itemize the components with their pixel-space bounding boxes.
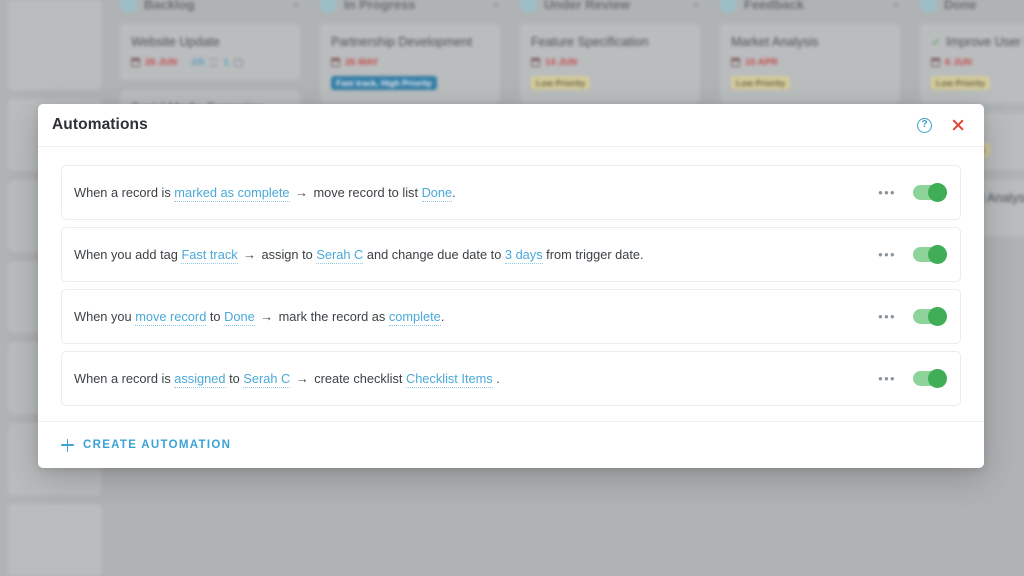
create-automation-button[interactable]: CREATE AUTOMATION	[61, 439, 231, 452]
question-circle-icon[interactable]: ?	[917, 118, 932, 133]
close-icon[interactable]	[950, 117, 966, 133]
rule-text-segment: When you add tag	[74, 247, 181, 262]
rule-text-segment: .	[452, 185, 456, 200]
automation-rule-text: When you move record to Done → mark the …	[74, 308, 444, 325]
rule-text-segment: When a record is	[74, 371, 174, 386]
rule-text-segment: .	[441, 309, 445, 324]
toggle-knob	[928, 245, 947, 264]
toggle-knob	[928, 307, 947, 326]
rule-text-segment: to	[226, 371, 244, 386]
toggle-knob	[928, 183, 947, 202]
rule-text-segment: When a record is	[74, 185, 174, 200]
rule-text-segment: from trigger date.	[543, 247, 644, 262]
automation-rule-row[interactable]: When a record is marked as complete → mo…	[61, 165, 961, 220]
automation-rule-text: When a record is marked as complete → mo…	[74, 184, 456, 201]
automation-rules-list: When a record is marked as complete → mo…	[38, 147, 984, 421]
rule-link[interactable]: Done	[224, 309, 255, 326]
modal-header-actions: ?	[917, 117, 966, 133]
rule-link[interactable]: marked as complete	[174, 185, 289, 202]
rule-link[interactable]: Fast track	[181, 247, 237, 264]
automation-rule-text: When you add tag Fast track → assign to …	[74, 246, 644, 263]
modal-header: Automations ?	[38, 104, 984, 147]
rule-arrow-icon: →	[238, 247, 262, 262]
rule-overflow-menu-icon[interactable]: •••	[878, 248, 896, 261]
automation-rule-row[interactable]: When you move record to Done → mark the …	[61, 289, 961, 344]
rule-overflow-menu-icon[interactable]: •••	[878, 372, 896, 385]
rule-link[interactable]: Serah C	[316, 247, 363, 264]
modal-footer: CREATE AUTOMATION	[38, 421, 984, 468]
rule-text-segment: .	[493, 371, 500, 386]
rule-link[interactable]: Serah C	[243, 371, 290, 388]
rule-text-segment: mark the record as	[279, 309, 389, 324]
rule-link[interactable]: move record	[135, 309, 206, 326]
create-automation-label: CREATE AUTOMATION	[83, 439, 231, 451]
rule-text-segment: and change due date to	[363, 247, 505, 262]
plus-icon	[61, 439, 74, 452]
automation-rule-row[interactable]: When you add tag Fast track → assign to …	[61, 227, 961, 282]
rule-link[interactable]: assigned	[174, 371, 225, 388]
rule-text-segment: When you	[74, 309, 135, 324]
rule-enable-toggle[interactable]	[913, 371, 946, 386]
rule-link[interactable]: Checklist Items	[406, 371, 493, 388]
rule-controls: •••	[878, 309, 946, 324]
rule-arrow-icon: →	[290, 185, 314, 200]
rule-overflow-menu-icon[interactable]: •••	[878, 310, 896, 323]
rule-text-segment: create checklist	[314, 371, 406, 386]
rule-enable-toggle[interactable]	[913, 247, 946, 262]
rule-arrow-icon: →	[255, 309, 279, 324]
automation-rule-text: When a record is assigned to Serah C → c…	[74, 370, 500, 387]
rule-controls: •••	[878, 247, 946, 262]
rule-text-segment: assign to	[262, 247, 317, 262]
rule-text-segment: move record to list	[313, 185, 421, 200]
rule-controls: •••	[878, 371, 946, 386]
rule-link[interactable]: complete	[389, 309, 441, 326]
rule-link[interactable]: Done	[422, 185, 453, 202]
rule-controls: •••	[878, 185, 946, 200]
rule-enable-toggle[interactable]	[913, 185, 946, 200]
automations-modal: Automations ? When a record is marked as…	[38, 104, 984, 468]
page-title: Automations	[52, 116, 148, 134]
toggle-knob	[928, 369, 947, 388]
rule-arrow-icon: →	[290, 371, 314, 386]
rule-link[interactable]: 3 days	[505, 247, 543, 264]
rule-enable-toggle[interactable]	[913, 309, 946, 324]
rule-overflow-menu-icon[interactable]: •••	[878, 186, 896, 199]
rule-text-segment: to	[206, 309, 224, 324]
automation-rule-row[interactable]: When a record is assigned to Serah C → c…	[61, 351, 961, 406]
